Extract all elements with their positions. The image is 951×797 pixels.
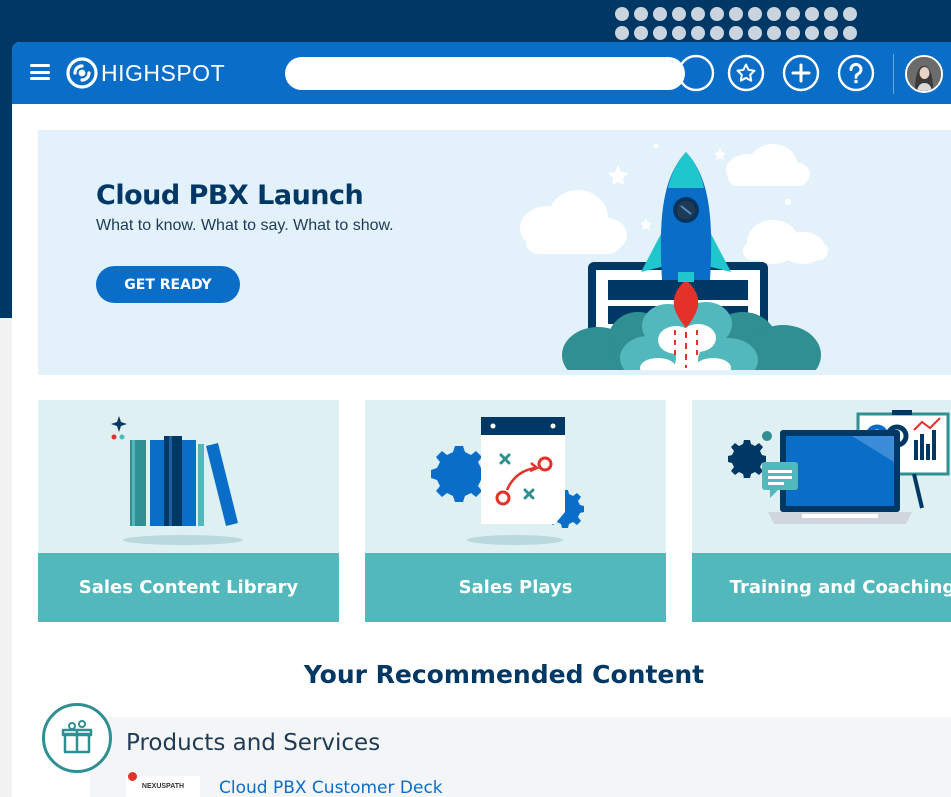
thumbnail-brand-label: NEXUSPATH — [141, 783, 185, 790]
laptop-training-icon — [728, 410, 950, 524]
card-label-band: Training and Coaching — [692, 553, 951, 622]
category-icon-badge — [42, 703, 112, 773]
card-label-band: Sales Plays — [365, 553, 666, 622]
highspot-logo[interactable]: HIGHSPOT — [66, 56, 225, 90]
books-icon — [111, 416, 243, 545]
rocket-launch-illustration — [520, 143, 848, 375]
search-icon — [677, 54, 715, 92]
category-title: Products and Services — [126, 730, 381, 756]
card-label: Sales Content Library — [78, 577, 299, 598]
content-item-link[interactable]: Cloud PBX Customer Deck — [219, 778, 443, 797]
app-window: HIGHSPOT Cloud PBX Launch What to know. … — [12, 42, 951, 797]
top-navigation-bar: HIGHSPOT — [12, 42, 951, 104]
search-button[interactable] — [676, 53, 716, 93]
search-input[interactable] — [285, 57, 685, 90]
gift-box-icon — [61, 720, 93, 754]
hero-banner: Cloud PBX Launch What to know. What to s… — [38, 130, 951, 375]
card-sales-content-library[interactable]: Sales Content Library — [38, 400, 339, 622]
playbook-icon — [431, 417, 584, 545]
user-photo-icon — [907, 57, 941, 91]
highspot-logo-mark — [66, 57, 98, 89]
get-ready-button[interactable]: GET READY — [96, 266, 240, 303]
star-icon — [727, 54, 765, 92]
plus-icon — [782, 54, 820, 92]
favorites-button[interactable] — [726, 53, 766, 93]
logo-text: HIGHSPOT — [101, 59, 226, 86]
card-label: Training and Coaching — [729, 577, 951, 598]
decorative-dots — [615, 7, 860, 43]
hero-subtitle: What to know. What to say. What to show. — [96, 217, 394, 234]
add-button[interactable] — [781, 53, 821, 93]
help-button[interactable] — [836, 53, 876, 93]
card-label-band: Sales Content Library — [38, 553, 339, 622]
recommended-heading: Your Recommended Content — [303, 660, 705, 689]
card-training-and-coaching[interactable]: Training and Coaching — [692, 400, 951, 622]
unread-indicator — [127, 771, 138, 782]
user-avatar[interactable] — [905, 55, 943, 93]
menu-icon[interactable] — [30, 64, 50, 80]
toolbar-divider — [893, 54, 894, 94]
help-icon — [837, 54, 875, 92]
hero-title: Cloud PBX Launch — [96, 180, 364, 211]
card-sales-plays[interactable]: Sales Plays — [365, 400, 666, 622]
card-label: Sales Plays — [458, 577, 573, 598]
